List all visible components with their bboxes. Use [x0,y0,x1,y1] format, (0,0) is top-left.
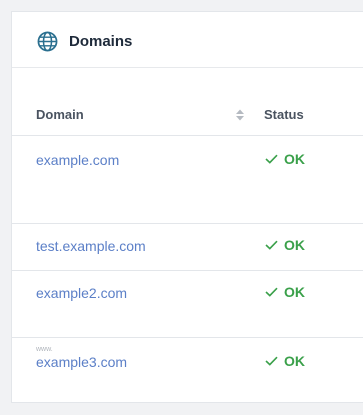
panel-header: Domains [12,12,363,68]
check-icon [265,154,278,164]
globe-icon [37,31,58,52]
status-text: OK [284,284,305,300]
domain-link[interactable]: example.com [36,152,119,168]
status-text: OK [284,237,305,253]
domains-panel: Domains Domain Status example.com OK tes… [11,11,363,403]
domain-link[interactable]: test.example.com [36,238,146,254]
check-icon [265,287,278,297]
status-text: OK [284,151,305,167]
check-icon [265,240,278,250]
check-icon [265,356,278,366]
status-text: OK [284,353,305,369]
table-row: example2.com OK [12,271,363,338]
status-cell: OK [265,151,305,167]
table-row: www. example3.com OK [12,338,363,404]
column-header-status: Status [264,107,304,122]
status-cell: OK [265,284,305,300]
sort-icon[interactable] [235,108,245,122]
domain-link[interactable]: example3.com [36,354,127,370]
table-row: example.com OK [12,136,363,224]
domain-link[interactable]: example2.com [36,285,127,301]
table-row: test.example.com OK [12,224,363,271]
panel-title: Domains [69,33,133,50]
status-cell: OK [265,353,305,369]
table-header: Domain Status [12,100,363,136]
column-header-domain[interactable]: Domain [36,107,84,122]
domain-prefix: www. [36,346,53,353]
status-cell: OK [265,237,305,253]
